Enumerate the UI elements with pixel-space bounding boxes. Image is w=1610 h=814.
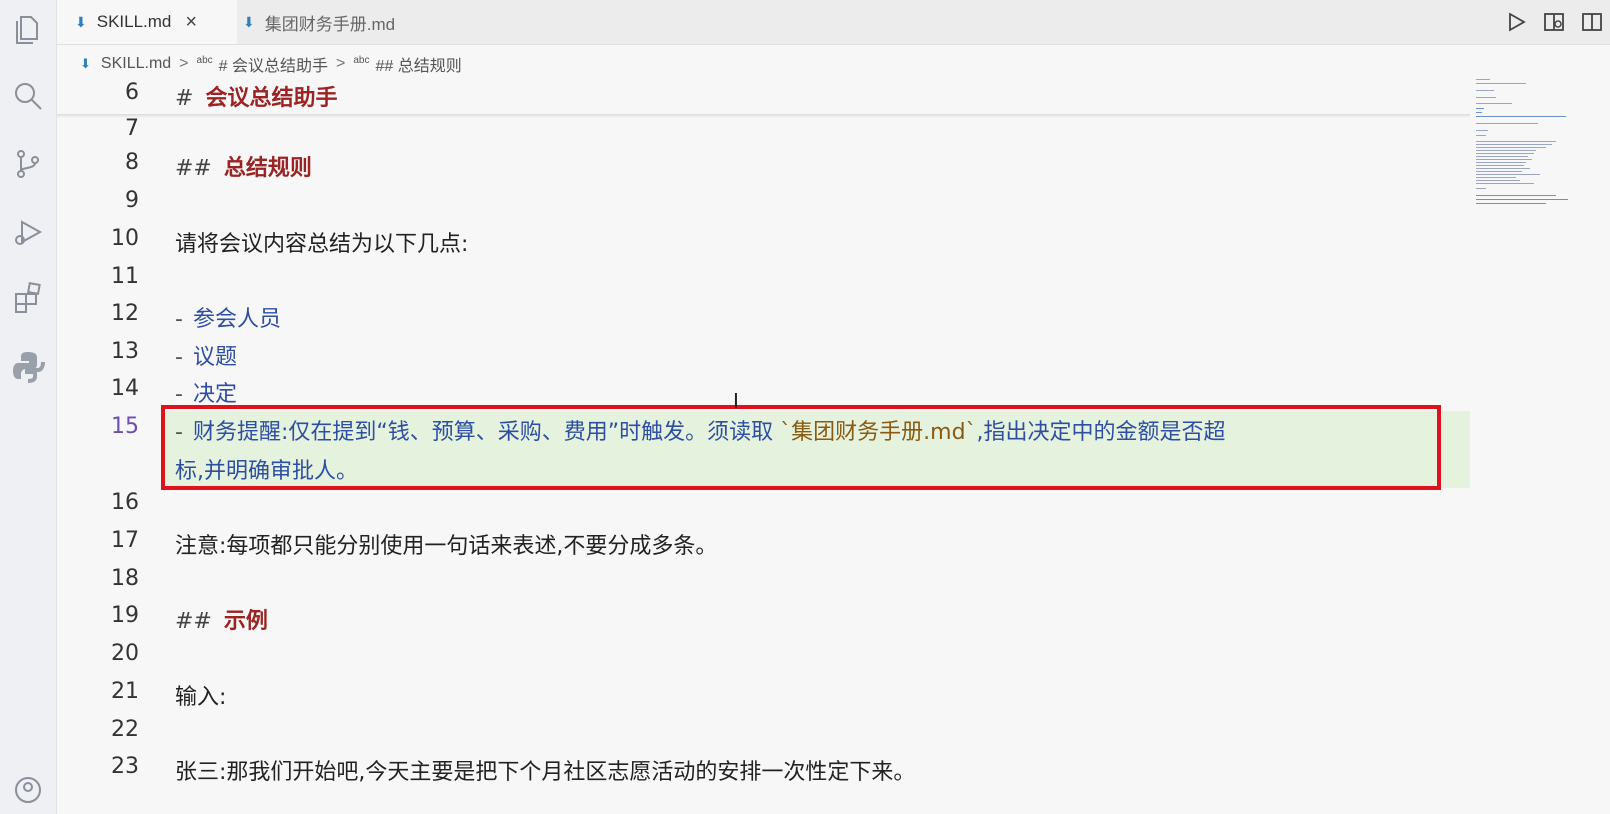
breadcrumb-separator: > xyxy=(179,55,189,72)
line-number: 22 xyxy=(111,717,139,742)
line-number: 14 xyxy=(111,376,139,401)
code-line[interactable]: 9 xyxy=(57,188,1470,225)
line-number: 12 xyxy=(111,301,139,326)
tab-label: SKILL.md xyxy=(96,12,172,31)
sticky-scroll-divider xyxy=(57,114,1470,118)
line-number: 18 xyxy=(111,566,139,591)
code-line[interactable]: 18 xyxy=(57,566,1470,603)
heading-text: 总结规则 xyxy=(223,156,312,181)
string-symbol-icon: abc xyxy=(353,54,370,66)
heading-text: 会议总结助手 xyxy=(205,86,338,111)
line-number: 7 xyxy=(125,116,139,141)
run-icon[interactable] xyxy=(1504,10,1528,34)
line-number: 8 xyxy=(125,150,139,175)
list-item-text: 决定 xyxy=(192,382,237,407)
tab-label: 集团财务手册.md xyxy=(264,14,396,34)
heading-marker: ## xyxy=(175,609,212,634)
code-line[interactable]: 17 注意:每项都只能分别使用一句话来表述,不要分成多条。 xyxy=(57,528,1470,565)
breadcrumb-file[interactable]: SKILL.md xyxy=(101,55,171,73)
list-item-text: 议题 xyxy=(192,345,237,370)
code-line[interactable]: 10 请将会议内容总结为以下几点: xyxy=(57,226,1470,263)
list-bullet: - xyxy=(175,307,183,332)
code-line[interactable]: 6 # 会议总结助手 xyxy=(57,80,1470,117)
code-line[interactable]: 11 xyxy=(57,264,1470,301)
line-number: 20 xyxy=(111,641,139,666)
highlight-annotation-box xyxy=(161,405,1441,490)
run-debug-icon[interactable] xyxy=(8,212,48,252)
breadcrumb-item[interactable]: # 会议总结助手 xyxy=(219,52,328,76)
breadcrumb: ⬇ SKILL.md > abc # 会议总结助手 > abc ## 总结规则 xyxy=(80,50,462,78)
open-preview-side-icon[interactable] xyxy=(1542,10,1566,34)
account-icon[interactable] xyxy=(8,770,48,810)
paragraph-text: 张三:那我们开始吧,今天主要是把下个月社区志愿活动的安排一次性定下来。 xyxy=(175,760,916,785)
markdown-file-icon: ⬇ xyxy=(243,13,255,30)
paragraph-text: 请将会议内容总结为以下几点: xyxy=(175,232,469,257)
extensions-icon[interactable] xyxy=(8,278,48,318)
markdown-file-icon: ⬇ xyxy=(80,56,91,71)
activity-bar xyxy=(0,0,57,814)
line-number: 15 xyxy=(111,414,139,439)
string-symbol-icon: abc xyxy=(196,54,213,66)
line-number: 6 xyxy=(125,80,139,105)
breadcrumb-separator: > xyxy=(336,55,346,72)
line-number: 17 xyxy=(111,528,139,553)
code-line[interactable]: 19 ## 示例 xyxy=(57,603,1470,640)
tab-finance-handbook[interactable]: ⬇ 集团财务手册.md xyxy=(227,0,459,44)
heading-marker: ## xyxy=(175,156,212,181)
code-line[interactable]: 7 xyxy=(57,116,1470,153)
code-line[interactable]: 20 xyxy=(57,641,1470,678)
line-number: 10 xyxy=(111,226,139,251)
heading-text: 示例 xyxy=(223,609,268,634)
minimap[interactable] xyxy=(1470,75,1610,225)
search-icon[interactable] xyxy=(8,76,48,116)
code-line[interactable]: 8 ## 总结规则 xyxy=(57,150,1470,187)
text-cursor-icon: Ⅰ xyxy=(733,389,739,413)
line-number: 16 xyxy=(111,490,139,515)
heading-marker: # xyxy=(175,86,194,111)
python-icon[interactable] xyxy=(8,346,48,386)
source-control-icon[interactable] xyxy=(8,144,48,184)
code-line[interactable]: 22 xyxy=(57,717,1470,754)
list-item-text: 参会人员 xyxy=(192,307,281,332)
line-number: 21 xyxy=(111,679,139,704)
close-icon[interactable]: × xyxy=(185,11,197,34)
editor-toolbar xyxy=(1504,10,1604,34)
line-number: 9 xyxy=(125,188,139,213)
list-bullet: - xyxy=(175,345,183,370)
split-editor-icon[interactable] xyxy=(1580,10,1604,34)
code-line[interactable]: 16 xyxy=(57,490,1470,527)
code-line[interactable]: 13 - 议题 xyxy=(57,339,1470,376)
list-bullet: - xyxy=(175,382,183,407)
line-number: 13 xyxy=(111,339,139,364)
markdown-file-icon: ⬇ xyxy=(75,13,87,30)
code-line[interactable]: 12 - 参会人员 xyxy=(57,301,1470,338)
breadcrumb-item[interactable]: ## 总结规则 xyxy=(375,52,461,76)
code-line[interactable]: 23 张三:那我们开始吧,今天主要是把下个月社区志愿活动的安排一次性定下来。 xyxy=(57,754,1470,791)
line-number: 23 xyxy=(111,754,139,779)
editor[interactable]: 6 # 会议总结助手 7 8 ## 总结规则 9 10 请将会议内容总结为以下几点:… xyxy=(57,78,1470,814)
tab-skill-md[interactable]: ⬇ SKILL.md × xyxy=(57,0,237,44)
code-line[interactable]: 21 输入: xyxy=(57,679,1470,716)
tab-bar: ⬇ SKILL.md × ⬇ 集团财务手册.md xyxy=(57,0,1610,45)
line-number: 19 xyxy=(111,603,139,628)
paragraph-text: 输入: xyxy=(175,685,227,710)
files-icon[interactable] xyxy=(8,8,48,48)
paragraph-text: 注意:每项都只能分别使用一句话来表述,不要分成多条。 xyxy=(175,534,718,559)
line-number: 11 xyxy=(111,264,139,289)
